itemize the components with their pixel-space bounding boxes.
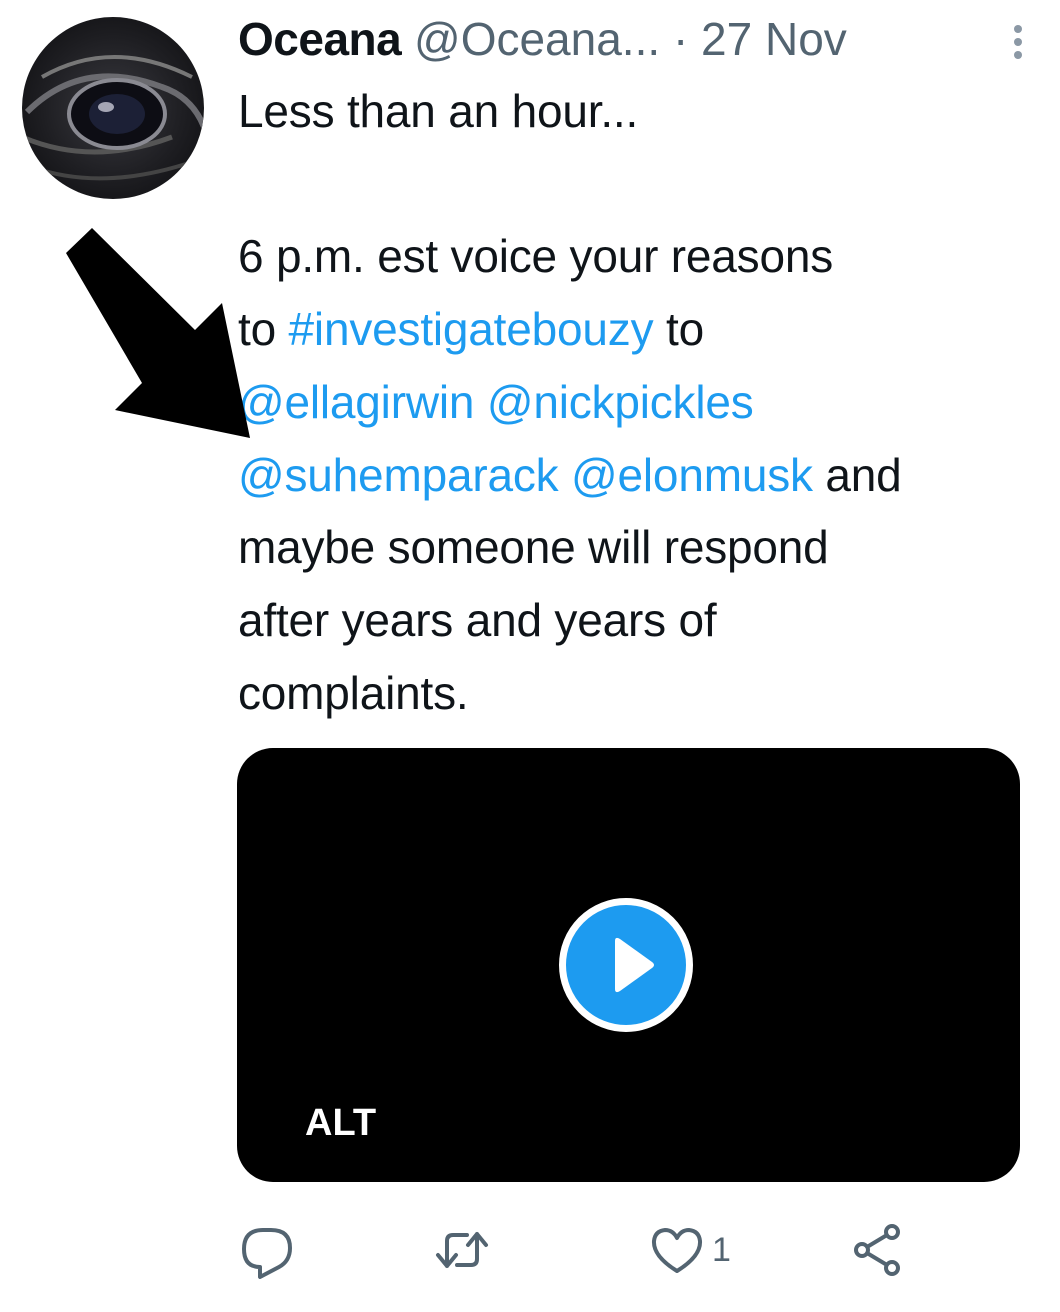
separator-dot: · — [672, 13, 689, 65]
share-button[interactable] — [848, 1215, 906, 1285]
text-line-5: @suhemparack @elonmusk and — [238, 439, 1038, 512]
tweet-header: Oceana @Oceana... · 27 Nov — [238, 8, 1040, 70]
text-line-4: @ellagirwin @nickpickles — [238, 366, 1038, 439]
more-vertical-icon[interactable] — [1008, 22, 1028, 62]
text-segment: and — [812, 448, 902, 501]
reply-icon — [242, 1228, 292, 1279]
alt-badge[interactable]: ALT — [305, 1100, 376, 1146]
text-line-2: 6 p.m. est voice your reasons — [238, 230, 834, 283]
mention-link-nickpickles[interactable]: @nickpickles — [487, 376, 754, 428]
text-line-8: complaints. — [238, 666, 469, 719]
avatar[interactable] — [22, 17, 204, 199]
like-count: 1 — [712, 1230, 731, 1269]
user-handle[interactable]: @Oceana... — [414, 13, 660, 65]
share-icon — [854, 1224, 900, 1276]
text-line-3: to #investigatebouzy to — [238, 293, 1038, 366]
reply-button[interactable] — [238, 1215, 296, 1285]
text-segment: to — [653, 303, 704, 356]
text-line-7: after years and years of — [238, 593, 717, 646]
mention-link-elonmusk[interactable]: @elonmusk — [571, 449, 813, 501]
video-player[interactable]: ALT — [237, 748, 1020, 1182]
avatar-image — [22, 55, 204, 181]
tweet-date[interactable]: 27 Nov — [701, 13, 847, 65]
retweet-button[interactable] — [433, 1215, 491, 1285]
retweet-icon — [436, 1232, 488, 1268]
text-line-1: Less than an hour... — [238, 85, 639, 137]
tweet-text: Less than an hour... 6 p.m. est voice yo… — [238, 75, 1038, 729]
arrow-annotation — [66, 228, 250, 438]
mention-link-ellagirwin[interactable]: @ellagirwin — [238, 376, 474, 428]
tweet-actions: 1 — [238, 1215, 958, 1285]
like-button[interactable]: 1 — [648, 1215, 731, 1285]
hashtag-link[interactable]: #investigatebouzy — [289, 303, 654, 355]
text-line-6: maybe someone will respond — [238, 521, 829, 574]
heart-icon — [651, 1228, 703, 1273]
play-button[interactable] — [559, 898, 693, 1032]
play-icon — [615, 937, 654, 993]
mention-link-suhemparack[interactable]: @suhemparack — [238, 449, 559, 501]
display-name[interactable]: Oceana — [238, 13, 402, 65]
